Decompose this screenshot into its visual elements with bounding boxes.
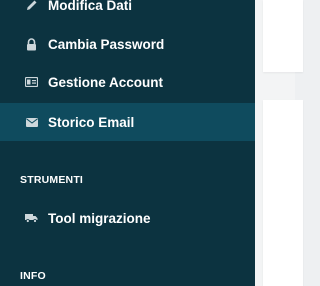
truck-icon <box>25 212 38 225</box>
section-title-strumenti: STRUMENTI <box>20 174 84 186</box>
sidebar-item-modifica-dati[interactable]: Modifica Dati <box>0 0 255 24</box>
sidebar-item-storico-email[interactable]: Storico Email <box>0 103 255 141</box>
content-card <box>263 100 303 286</box>
sidebar-item-label: Storico Email <box>48 114 135 130</box>
id-card-icon <box>25 76 38 89</box>
envelope-icon <box>25 116 38 129</box>
sidebar-item-label: Cambia Password <box>48 36 165 52</box>
pencil-icon <box>25 0 38 12</box>
sidebar: Modifica Dati Cambia Password Gestione A… <box>0 0 255 286</box>
lock-icon <box>25 37 38 51</box>
sidebar-item-label: Modifica Dati <box>48 0 133 13</box>
content-card <box>263 0 303 72</box>
sidebar-item-tool-migrazione[interactable]: Tool migrazione <box>0 199 255 237</box>
sidebar-item-label: Tool migrazione <box>48 210 151 226</box>
section-title-info: INFO <box>20 270 46 282</box>
sidebar-item-label: Gestione Account <box>48 74 164 90</box>
sidebar-item-cambia-password[interactable]: Cambia Password <box>0 25 255 63</box>
sidebar-item-gestione-account[interactable]: Gestione Account <box>0 63 255 101</box>
